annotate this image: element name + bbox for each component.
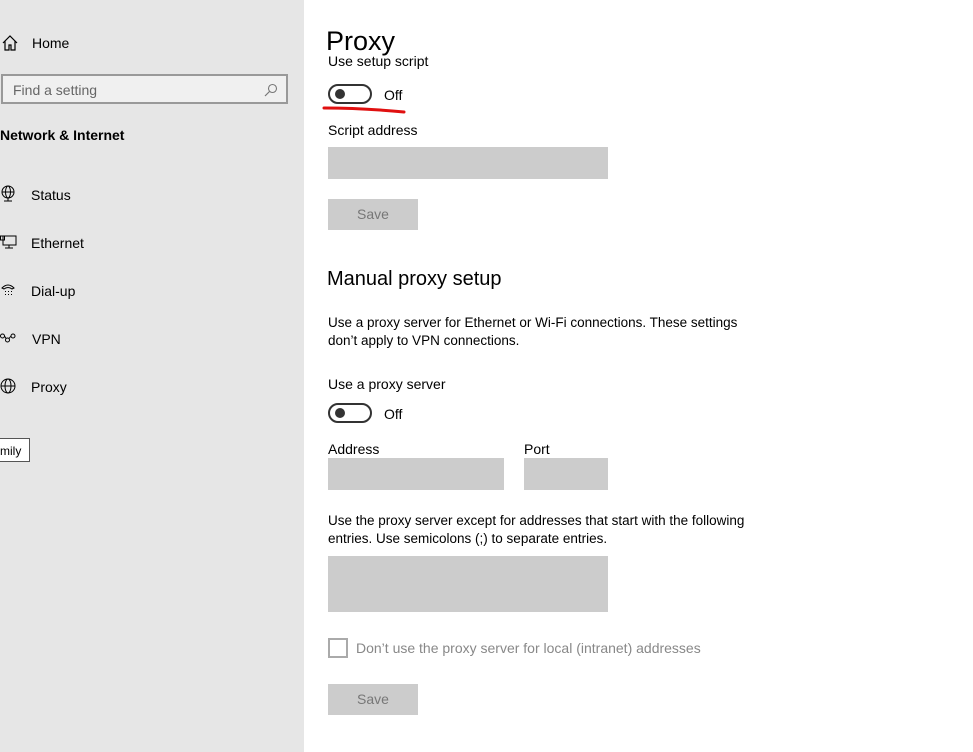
vpn-icon — [0, 333, 16, 343]
local-addresses-label: Don’t use the proxy server for local (in… — [356, 640, 701, 656]
nav-dialup-label: Dial-up — [31, 283, 76, 299]
setup-script-label: Use setup script — [328, 56, 429, 69]
page-title: Proxy — [326, 26, 396, 56]
port-label: Port — [524, 441, 550, 457]
search-placeholder: Find a setting — [13, 82, 98, 98]
globe-monitor-icon — [1, 185, 15, 202]
nav-ethernet[interactable]: Ethernet — [0, 232, 200, 254]
main-content: Proxy Use setup script Off Script addres… — [304, 0, 973, 752]
ethernet-icon — [0, 235, 17, 249]
setup-script-label-clip: Use setup script — [328, 56, 528, 74]
globe-icon — [0, 378, 16, 394]
script-address-label: Script address — [328, 122, 418, 138]
home-icon — [2, 35, 18, 51]
address-input[interactable] — [328, 458, 504, 490]
nav-vpn[interactable]: VPN — [0, 328, 200, 350]
search-icon — [264, 83, 278, 97]
tooltip: mily — [0, 438, 30, 462]
use-proxy-state: Off — [384, 406, 403, 422]
exceptions-description: Use the proxy server except for addresse… — [328, 513, 745, 546]
exceptions-input[interactable] — [328, 556, 608, 612]
phone-icon — [1, 284, 15, 295]
nav-status[interactable]: Status — [0, 184, 200, 206]
sidebar: Home Find a setting Network & Internet S… — [0, 0, 304, 752]
nav-home-label: Home — [32, 35, 70, 51]
manual-proxy-description: Use a proxy server for Ethernet or Wi-Fi… — [328, 315, 738, 348]
address-label: Address — [328, 441, 380, 457]
nav-status-label: Status — [31, 187, 71, 203]
nav-home[interactable]: Home — [0, 32, 200, 54]
nav-proxy[interactable]: Proxy — [0, 376, 200, 398]
port-input[interactable] — [524, 458, 608, 490]
search-input[interactable]: Find a setting — [1, 74, 288, 104]
save-manual-button[interactable]: Save — [328, 684, 418, 715]
nav-proxy-label: Proxy — [31, 379, 67, 395]
setup-script-toggle[interactable] — [328, 84, 372, 104]
nav-ethernet-label: Ethernet — [31, 235, 84, 251]
use-proxy-label: Use a proxy server — [328, 376, 446, 392]
nav-dialup[interactable]: Dial-up — [0, 280, 200, 302]
use-proxy-toggle[interactable] — [328, 403, 372, 423]
section-title: Network & Internet — [0, 127, 125, 143]
save-script-button[interactable]: Save — [328, 199, 418, 230]
manual-proxy-heading: Manual proxy setup — [327, 268, 502, 290]
setup-script-state: Off — [384, 87, 403, 103]
red-annotation-underline — [322, 106, 406, 114]
script-address-input[interactable] — [328, 147, 608, 179]
local-addresses-checkbox[interactable] — [328, 638, 348, 658]
nav-vpn-label: VPN — [32, 331, 61, 347]
